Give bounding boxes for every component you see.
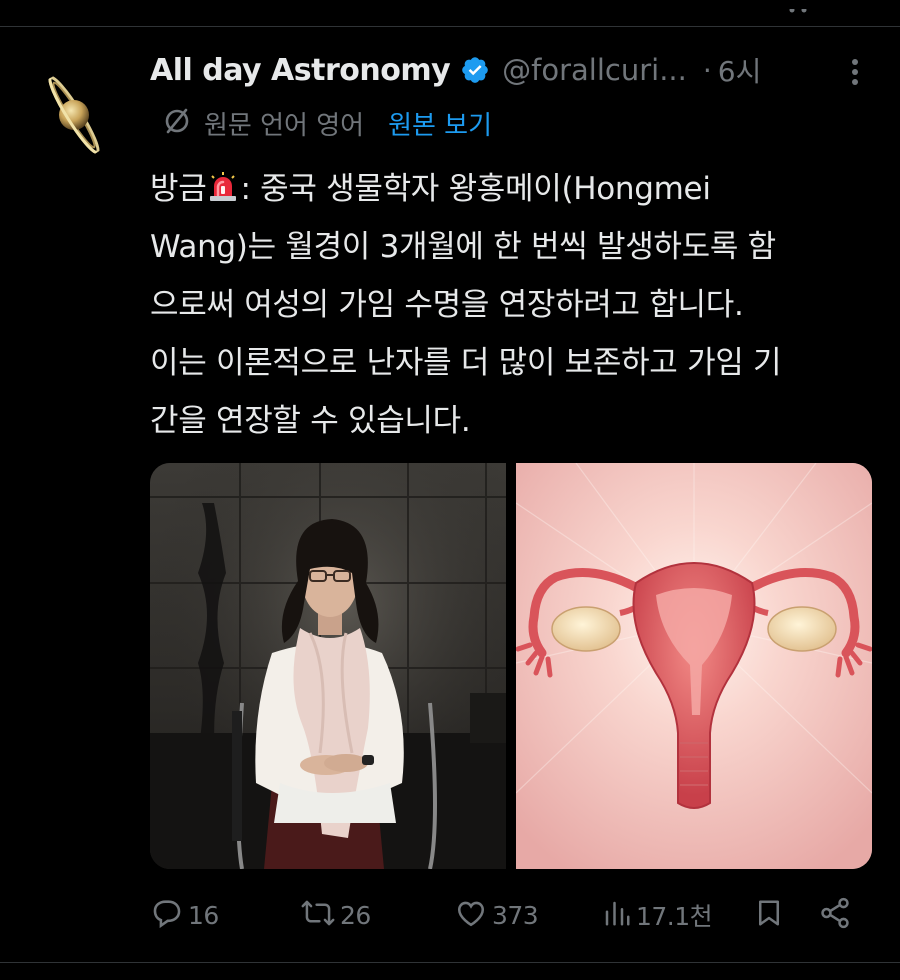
tweet-text-suffix: : 중국 생물학자 왕홍메이(Hongmei — [240, 171, 711, 207]
translation-label: 원문 언어 영어 — [204, 110, 365, 141]
tweet-text: 방금 : 중국 생물학자 왕홍메이(Hongmei Wang)는 월경이 3개월… — [150, 160, 872, 450]
tweet-timestamp[interactable]: 6시 — [718, 50, 762, 90]
analytics-icon — [602, 896, 632, 934]
tweet-text-line: 으로써 여성의 가임 수명을 연장하려고 합니다. — [150, 287, 744, 323]
bookmark-icon — [754, 896, 784, 934]
tweet-header: All day Astronomy @forallcuri... · 6시 — [150, 45, 872, 95]
author-handle[interactable]: @forallcuri... — [502, 53, 687, 87]
reply-icon — [150, 896, 184, 934]
translate-icon — [162, 106, 192, 140]
tweet-text-line: 간을 연장할 수 있습니다. — [150, 403, 471, 439]
saturn-icon — [30, 71, 118, 159]
tweet-text-prefix: 방금 — [150, 171, 207, 207]
author-display-name[interactable]: All day Astronomy — [150, 53, 451, 88]
tweet-actions: 16 26 373 17.1천 — [150, 895, 872, 935]
more-options-button[interactable] — [840, 55, 870, 89]
like-button[interactable]: 373 — [454, 896, 539, 934]
repost-count: 26 — [340, 900, 371, 930]
views-button[interactable]: 17.1천 — [602, 896, 713, 934]
repost-icon — [300, 896, 336, 934]
heart-icon — [454, 896, 488, 934]
reply-count: 16 — [188, 900, 219, 930]
tweet-text-line: Wang)는 월경이 3개월에 한 번씩 발생하도록 함 — [150, 229, 776, 265]
previous-tweet-more-icon — [788, 0, 808, 13]
share-icon — [818, 896, 852, 934]
portrait-photo[interactable] — [150, 463, 506, 869]
avatar[interactable] — [30, 71, 118, 159]
tweet-text-line: 이는 이론적으로 난자를 더 많이 보존하고 가임 기 — [150, 345, 782, 381]
bookmark-button[interactable] — [754, 896, 784, 934]
translation-bar: 원문 언어 영어 원본 보기 — [162, 100, 872, 146]
verified-badge-icon — [460, 55, 490, 85]
tweet-text-line: 방금 : 중국 생물학자 왕홍메이(Hongmei — [150, 160, 872, 218]
repost-button[interactable]: 26 — [300, 896, 371, 934]
media-grid — [150, 463, 872, 869]
uterus-illustration[interactable] — [516, 463, 872, 869]
bottom-divider — [0, 962, 900, 963]
more-vertical-icon — [852, 59, 858, 85]
siren-icon — [207, 164, 239, 201]
tweet-content: All day Astronomy @forallcuri... · 6시 원문… — [150, 45, 872, 450]
share-button[interactable] — [818, 896, 852, 934]
show-original-link[interactable]: 원본 보기 — [388, 105, 492, 142]
tweet[interactable]: All day Astronomy @forallcuri... · 6시 원문… — [0, 27, 900, 962]
view-count: 17.1천 — [636, 902, 713, 931]
like-count: 373 — [492, 900, 539, 930]
separator-dot: · — [702, 53, 712, 87]
reply-button[interactable]: 16 — [150, 896, 219, 934]
